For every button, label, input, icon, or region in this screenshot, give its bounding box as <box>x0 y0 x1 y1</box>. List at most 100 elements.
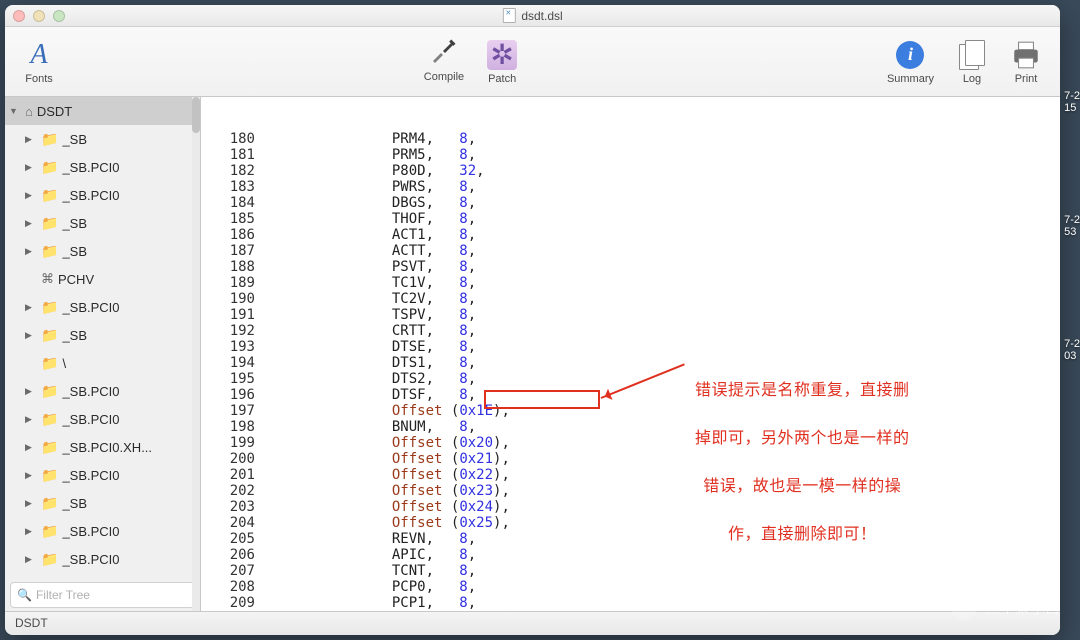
code-line[interactable]: 202 Offset (0x23), <box>201 483 1060 499</box>
code-line[interactable]: 200 Offset (0x21), <box>201 451 1060 467</box>
document-icon <box>502 8 515 23</box>
code-line[interactable]: 198 BNUM, 8, <box>201 419 1060 435</box>
tree[interactable]: ▼ ⌂ DSDT ▶ 📁 _SB ▶ 📁 _SB.PCI0 ▶ 📁 _SB.PCI0 ▶ 📁 _SB ▶… <box>5 97 200 579</box>
code-line[interactable]: 190 TC2V, 8, <box>201 291 1060 307</box>
folder-icon: 📁 <box>41 383 58 400</box>
tree-item[interactable]: ▶📁_SB <box>5 321 200 349</box>
main-area: ▼ ⌂ DSDT ▶ 📁 _SB ▶ 📁 _SB.PCI0 ▶ 📁 _SB.PCI0 ▶ 📁 _SB ▶… <box>5 97 1060 611</box>
disclosure-icon[interactable]: ▶ <box>25 526 37 537</box>
code-line[interactable]: 186 ACT1, 8, <box>201 227 1060 243</box>
disclosure-icon[interactable]: ▶ <box>25 498 37 509</box>
patch-button[interactable]: ✲ Patch <box>486 39 518 85</box>
tree-item[interactable]: ⌘PCHV <box>5 265 200 293</box>
code-line[interactable]: 206 APIC, 8, <box>201 547 1060 563</box>
code-line[interactable]: 192 CRTT, 8, <box>201 323 1060 339</box>
disclosure-icon[interactable]: ▶ <box>25 330 37 341</box>
tree-label: _SB.PCI0.XH... <box>62 440 152 455</box>
disclosure-icon[interactable]: ▶ <box>25 442 37 453</box>
folder-icon: 📁 <box>41 243 58 260</box>
code-line[interactable]: 182 P80D, 32, <box>201 163 1060 179</box>
code-line[interactable]: 208 PCP0, 8, <box>201 579 1060 595</box>
tree-item[interactable]: ▶📁_SB.PCI0 <box>5 517 200 545</box>
tree-root[interactable]: ▼ ⌂ DSDT <box>5 97 200 125</box>
tree-item[interactable]: ▶📁_SB.PCI0 <box>5 153 200 181</box>
disclosure-icon[interactable]: ▶ <box>25 162 37 173</box>
tree-item[interactable]: ▶ 📁 _SB.PCI0.XH... <box>5 433 200 461</box>
fonts-button[interactable]: A Fonts <box>23 39 55 85</box>
code-line[interactable]: 184 DBGS, 8, <box>201 195 1060 211</box>
disclosure-icon[interactable]: ▶ <box>25 414 37 425</box>
tree-label: _SB.PCI0 <box>62 384 119 399</box>
status-text: DSDT <box>15 616 48 630</box>
tree-label: _SB <box>62 216 87 231</box>
tools-icon <box>429 39 459 69</box>
disclosure-icon[interactable]: ▶ <box>25 134 37 145</box>
filter-input[interactable]: 🔍 Filter Tree <box>10 582 195 608</box>
tree-item[interactable]: ▶📁_SB <box>5 489 200 517</box>
disclosure-icon[interactable]: ▶ <box>25 190 37 201</box>
code-line[interactable]: 188 PSVT, 8, <box>201 259 1060 275</box>
log-button[interactable]: Log <box>956 39 988 85</box>
tree-item[interactable]: ▶📁_SB.PCI0 <box>5 545 200 573</box>
tree-label: DSDT <box>37 104 72 119</box>
log-icon <box>956 39 988 71</box>
filter-placeholder: Filter Tree <box>36 588 90 602</box>
code-line[interactable]: 194 DTS1, 8, <box>201 355 1060 371</box>
tree-label: _SB <box>62 244 87 259</box>
code-line[interactable]: 199 Offset (0x20), <box>201 435 1060 451</box>
sidebar: ▼ ⌂ DSDT ▶ 📁 _SB ▶ 📁 _SB.PCI0 ▶ 📁 _SB.PCI0 ▶ 📁 _SB ▶… <box>5 97 201 611</box>
code-line[interactable]: 183 PWRS, 8, <box>201 179 1060 195</box>
search-icon: 🔍 <box>17 588 32 602</box>
desktop-icons: 7-215 7-253 7-203 <box>1064 90 1080 462</box>
folder-icon: 📁 <box>41 131 58 148</box>
folder-icon: 📁 <box>41 187 58 204</box>
folder-icon: 📁 <box>41 299 58 316</box>
tree-item[interactable]: ▶📁_SB <box>5 125 200 153</box>
tree-item[interactable]: ▶📁_SB <box>5 209 200 237</box>
tree-item[interactable]: ▶📁_SB.PCI0 <box>5 405 200 433</box>
disclosure-icon[interactable]: ▶ <box>25 218 37 229</box>
code-editor[interactable]: 180 PRM4, 8,181 PRM5, 8,182 P80D, 32,183… <box>201 97 1060 611</box>
folder-icon: 📁 <box>41 439 58 456</box>
code-line[interactable]: 207 TCNT, 8, <box>201 563 1060 579</box>
compile-button[interactable]: Compile <box>424 39 464 83</box>
code-line[interactable]: 195 DTS2, 8, <box>201 371 1060 387</box>
tree-item[interactable]: ▶📁_SB.PCI0 <box>5 181 200 209</box>
code-line[interactable]: 197 Offset (0x1E), <box>201 403 1060 419</box>
code-line[interactable]: 180 PRM4, 8, <box>201 131 1060 147</box>
code-line[interactable]: 201 Offset (0x22), <box>201 467 1060 483</box>
disclosure-icon[interactable]: ▶ <box>25 470 37 481</box>
code-line[interactable]: 181 PRM5, 8, <box>201 147 1060 163</box>
sidebar-scrollbar[interactable] <box>192 97 200 611</box>
disclosure-icon[interactable]: ▶ <box>25 554 37 565</box>
tree-item[interactable]: 📁\ <box>5 349 200 377</box>
code-line[interactable]: 203 Offset (0x24), <box>201 499 1060 515</box>
code-line[interactable]: 193 DTSE, 8, <box>201 339 1060 355</box>
tree-item[interactable]: ▶ 📁 _SB.PCI0 <box>5 377 200 405</box>
code-line[interactable]: 189 TC1V, 8, <box>201 275 1060 291</box>
tree-label: _SB.PCI0 <box>62 552 119 567</box>
close-button[interactable] <box>13 10 25 22</box>
tree-item[interactable]: ▶📁_SB.PCI0 <box>5 293 200 321</box>
code-line[interactable]: 205 REVN, 8, <box>201 531 1060 547</box>
disclosure-icon[interactable]: ▶ <box>25 302 37 313</box>
code-line[interactable]: 209 PCP1, 8, <box>201 595 1060 611</box>
titlebar: dsdt.dsl <box>5 5 1060 27</box>
print-button[interactable]: Print <box>1010 39 1042 85</box>
summary-button[interactable]: i Summary <box>887 39 934 85</box>
code-line[interactable]: 185 THOF, 8, <box>201 211 1060 227</box>
window-title: dsdt.dsl <box>502 8 562 23</box>
maximize-button[interactable] <box>53 10 65 22</box>
tree-label: _SB <box>62 328 87 343</box>
disclosure-icon[interactable]: ▶ <box>25 246 37 257</box>
tree-item[interactable]: ▶ 📁 _SB <box>5 237 200 265</box>
tree-item[interactable]: ▶📁_SB.PCI0 <box>5 461 200 489</box>
disclosure-icon[interactable]: ▼ <box>9 106 21 116</box>
code-line[interactable]: 187 ACTT, 8, <box>201 243 1060 259</box>
minimize-button[interactable] <box>33 10 45 22</box>
code-line[interactable]: 204 Offset (0x25), <box>201 515 1060 531</box>
disclosure-icon[interactable]: ▶ <box>25 386 37 397</box>
folder-icon: 📁 <box>41 467 58 484</box>
code-line[interactable]: 196 DTSF, 8, <box>201 387 1060 403</box>
code-line[interactable]: 191 TSPV, 8, <box>201 307 1060 323</box>
